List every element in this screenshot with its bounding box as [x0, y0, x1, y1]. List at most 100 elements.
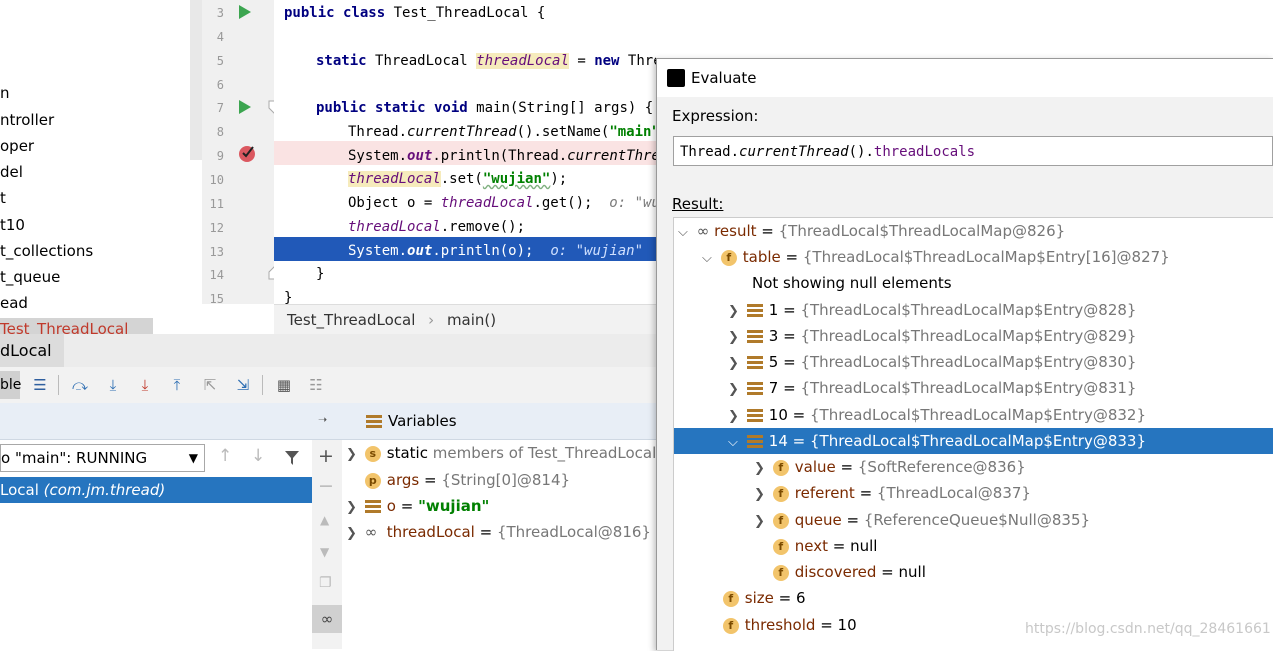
expand-arrow-icon[interactable]: ❯ [728, 404, 742, 430]
project-tree-item[interactable]: t_queue [0, 266, 60, 288]
expand-arrow-icon[interactable]: ❯ [728, 377, 742, 403]
array-entry-icon [746, 355, 763, 370]
variable-row[interactable]: ❯ o = "wujian" [346, 493, 489, 519]
console-tab[interactable]: ble [0, 371, 21, 399]
chevron-down-icon[interactable]: ⌵ [702, 246, 716, 272]
tree-row-entry[interactable]: ❯ 1 = {ThreadLocal$ThreadLocalMap$Entry@… [674, 297, 1273, 323]
tree-row-entry[interactable]: ❯ 3 = {ThreadLocal$ThreadLocalMap$Entry@… [674, 323, 1273, 349]
expand-arrow-icon[interactable]: ❯ [728, 351, 742, 377]
toolbar-divider [262, 375, 263, 395]
chevron-down-icon[interactable]: ⌵ [728, 430, 742, 456]
tree-row-field[interactable]: ❯ f value = {SoftReference@836} [674, 454, 1273, 480]
add-watch-icon[interactable]: + [318, 445, 334, 467]
array-entry-icon [746, 329, 763, 344]
breadcrumb-separator: › [428, 311, 435, 329]
tree-row-entry[interactable]: ❯ 10 = {ThreadLocal$ThreadLocalMap$Entry… [674, 402, 1273, 428]
field-badge-icon: f [772, 564, 789, 581]
result-tree[interactable]: ⌵ ∞ result = {ThreadLocal$ThreadLocalMap… [673, 217, 1273, 651]
chevron-down-icon[interactable]: ⌵ [678, 220, 692, 246]
debug-toolbar: ble ☰ ⤼ ⤓ ⤓ ⤒ ⇱ ⇲ ▦ ☷ [0, 367, 656, 404]
tree-row-field[interactable]: ❯ f referent = {ThreadLocal@837} [674, 480, 1273, 506]
force-step-into-icon[interactable]: ⤓ [135, 375, 155, 395]
expand-arrow-icon[interactable]: ❯ [346, 442, 360, 468]
expand-arrow-icon[interactable]: ❯ [728, 325, 742, 351]
drop-frame-icon[interactable]: ⇱ [200, 375, 220, 395]
tree-row-field[interactable]: f size = 6 [674, 585, 1273, 611]
project-tree-item[interactable]: del [0, 161, 23, 183]
code-line: public static void main(String[] args) { [316, 100, 654, 116]
variable-row[interactable]: ❯ s static members of Test_ThreadLocal [346, 440, 656, 466]
toolbar-divider [58, 375, 59, 395]
tree-row-field[interactable]: ❯ f queue = {ReferenceQueue$Null@835} [674, 507, 1273, 533]
line-number: 5 [216, 54, 224, 68]
code-editor[interactable]: public class Test_ThreadLocal { static T… [274, 0, 656, 304]
expand-arrow-icon[interactable]: ❯ [346, 521, 360, 547]
variable-row[interactable]: p args = {String[0]@814} [346, 467, 570, 493]
project-scrollbar[interactable] [190, 0, 202, 160]
expression-label: Expression: [672, 107, 759, 125]
code-line: } [316, 266, 325, 282]
trace-icon[interactable]: ☷ [306, 375, 326, 395]
tree-row-entry-selected[interactable]: ⌵ 14 = {ThreadLocal$ThreadLocalMap$Entry… [674, 428, 1273, 454]
expand-arrow-icon[interactable]: ❯ [754, 456, 768, 482]
frame-item-selected[interactable]: Local (com.jm.thread) [0, 477, 312, 503]
move-up-icon[interactable]: ▲ [320, 513, 329, 527]
variables-header: Variables [342, 403, 656, 440]
tree-row-result[interactable]: ⌵ ∞ result = {ThreadLocal$ThreadLocalMap… [674, 218, 1273, 244]
filter-icon[interactable] [284, 450, 300, 466]
intellij-logo-icon [667, 69, 685, 87]
run-icon[interactable] [238, 4, 252, 20]
code-line: System.out.println(o); o: "wujian" [348, 243, 644, 259]
run-icon[interactable] [238, 99, 252, 115]
evaluate-expression-icon[interactable]: ▦ [274, 375, 294, 395]
breadcrumb-class[interactable]: Test_ThreadLocal [287, 311, 415, 329]
run-to-cursor-icon[interactable]: ⇲ [233, 375, 253, 395]
tree-row-field[interactable]: f discovered = null [674, 559, 1273, 585]
evaluate-title-bar[interactable]: Evaluate [657, 59, 1273, 97]
arrow-up-icon[interactable]: ↑ [218, 446, 232, 466]
expand-arrow-icon[interactable]: ❯ [754, 482, 768, 508]
show-watches-icon[interactable]: ∞ [312, 605, 342, 633]
line-number: 6 [216, 78, 224, 92]
expand-arrow-icon[interactable]: ❯ [754, 509, 768, 535]
tree-row-entry[interactable]: ❯ 5 = {ThreadLocal$ThreadLocalMap$Entry@… [674, 349, 1273, 375]
project-tree-item[interactable]: n [0, 82, 10, 104]
tree-row-field[interactable]: f next = null [674, 533, 1273, 559]
field-badge-icon: f [772, 512, 789, 529]
step-into-icon[interactable]: ⤓ [103, 375, 123, 395]
breadcrumb-method[interactable]: main() [447, 311, 496, 329]
expand-arrow-icon[interactable]: ❯ [728, 299, 742, 325]
project-tree-item[interactable]: t [0, 187, 6, 209]
variables-panel: Variables ❯ s static members of Test_Thre… [342, 403, 656, 649]
expand-arrow-icon[interactable]: ❯ [346, 495, 360, 521]
tree-row-entry[interactable]: ❯ 7 = {ThreadLocal$ThreadLocalMap$Entry@… [674, 375, 1273, 401]
remove-watch-icon[interactable]: − [318, 475, 334, 497]
watch-infinity-icon: ∞ [696, 222, 710, 240]
project-tree-item-selected[interactable]: Test_ThreadLocal [0, 318, 153, 334]
arrow-down-icon[interactable]: ↓ [251, 446, 265, 466]
variable-row[interactable]: ❯ ∞ threadLocal = {ThreadLocal@816} [346, 519, 651, 545]
step-out-icon[interactable]: ⤒ [167, 375, 187, 395]
project-tree-item[interactable]: ntroller [0, 109, 54, 131]
field-badge-icon: f [720, 249, 737, 266]
object-icon [364, 499, 381, 514]
debug-tab[interactable]: dLocal [0, 334, 64, 367]
copy-icon[interactable]: ❐ [319, 575, 332, 591]
thread-selector[interactable]: o "main": RUNNING ▼ [0, 444, 205, 472]
line-number: 11 [209, 197, 224, 211]
restore-layout-icon[interactable]: ➝ [318, 413, 327, 426]
tree-row-table[interactable]: ⌵ f table = {ThreadLocal$ThreadLocalMap$E… [674, 244, 1273, 270]
project-tree-item[interactable]: t_collections [0, 240, 93, 262]
evaluate-dialog: Evaluate Expression: Thread.currentThrea… [656, 58, 1273, 651]
step-over-icon[interactable]: ⤼ [70, 375, 90, 395]
project-tree-item[interactable]: oper [0, 135, 34, 157]
project-tree: n ntroller oper del t t10 t_collections … [0, 0, 202, 334]
line-number: 7 [216, 101, 224, 115]
project-tree-item[interactable]: t10 [0, 214, 25, 236]
expression-input[interactable]: Thread.currentThread().threadLocals [673, 136, 1273, 166]
move-down-icon[interactable]: ▼ [320, 545, 329, 559]
breakpoint-icon[interactable] [238, 144, 258, 162]
menu-icon[interactable]: ☰ [30, 375, 50, 395]
project-tree-item[interactable]: ead [0, 292, 28, 314]
evaluate-title: Evaluate [691, 69, 757, 87]
